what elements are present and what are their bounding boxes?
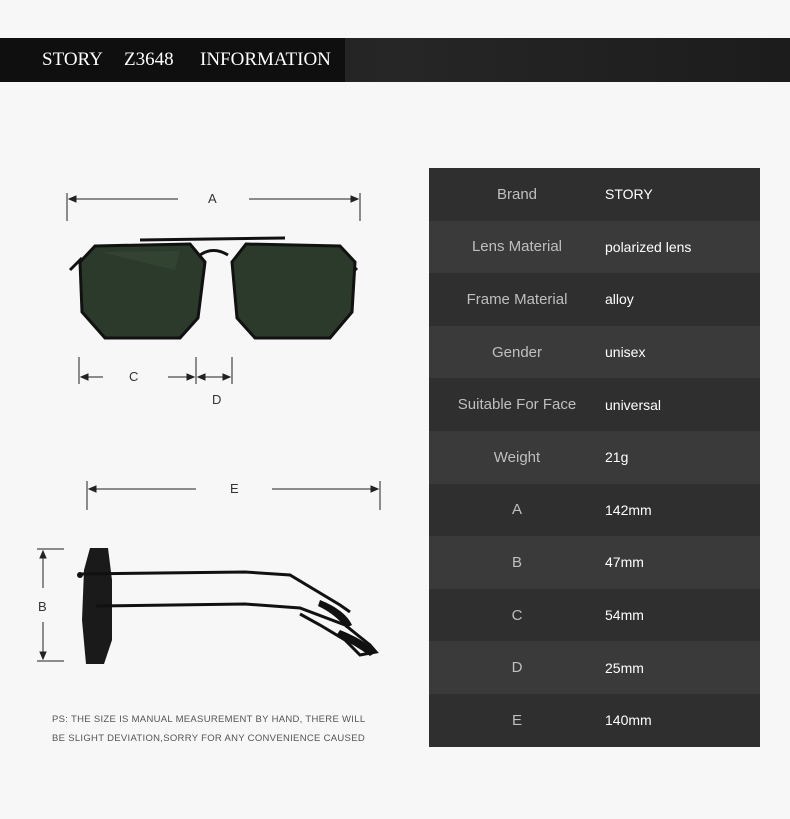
- spec-row: Frame Material alloy: [429, 273, 760, 326]
- dimension-label-b: B: [38, 599, 47, 614]
- spec-table: Brand STORY Lens Material polarized lens Fra…: [429, 168, 760, 747]
- dimension-label-c: C: [129, 369, 139, 384]
- spec-value: 140mm: [605, 693, 760, 747]
- spec-value: STORY: [605, 168, 760, 221]
- spec-row: Suitable For Face universal: [429, 378, 760, 431]
- spec-row: Gender unisex: [429, 325, 760, 379]
- spec-label: Gender: [429, 325, 605, 379]
- spec-row: C 54mm: [429, 588, 760, 642]
- spec-value: 54mm: [605, 588, 760, 642]
- spec-value: alloy: [605, 273, 760, 326]
- spec-value: universal: [605, 378, 760, 431]
- spec-label: Frame Material: [429, 273, 605, 326]
- spec-row: Weight 21g: [429, 430, 760, 484]
- spec-label: A: [429, 483, 605, 537]
- spec-label: Weight: [429, 430, 605, 484]
- spec-label: Brand: [429, 168, 605, 221]
- spec-row: Lens Material polarized lens: [429, 220, 760, 274]
- measurement-note-line2: BE SLIGHT DEVIATION,SORRY FOR ANY CONVEN…: [52, 733, 365, 744]
- spec-label: C: [429, 588, 605, 642]
- dimension-label-e: E: [230, 481, 239, 496]
- sunglasses-illustration: [37, 193, 381, 664]
- spec-value: 25mm: [605, 641, 760, 694]
- spec-value: 47mm: [605, 536, 760, 589]
- spec-row: Brand STORY: [429, 168, 760, 221]
- spec-row: B 47mm: [429, 536, 760, 589]
- spec-value: unisex: [605, 325, 760, 379]
- front-view-glasses: [68, 236, 359, 340]
- dimension-label-a: A: [208, 191, 217, 206]
- spec-label: B: [429, 536, 605, 589]
- spec-row: A 142mm: [429, 483, 760, 537]
- side-view-glasses: [77, 548, 379, 664]
- spec-value: polarized lens: [605, 220, 760, 274]
- spec-value: 142mm: [605, 483, 760, 537]
- spec-label: Lens Material: [429, 220, 605, 274]
- dimension-label-d: D: [212, 392, 222, 407]
- spec-row: E 140mm: [429, 693, 760, 747]
- spec-label: Suitable For Face: [429, 378, 605, 431]
- dimension-diagram: A C D E B PS: THE SIZE IS MANUAL MEASURE…: [0, 0, 420, 819]
- spec-label: D: [429, 641, 605, 694]
- spec-value: 21g: [605, 430, 760, 484]
- spec-row: D 25mm: [429, 641, 760, 694]
- measurement-note-line1: PS: THE SIZE IS MANUAL MEASUREMENT BY HA…: [52, 714, 366, 725]
- spec-label: E: [429, 693, 605, 747]
